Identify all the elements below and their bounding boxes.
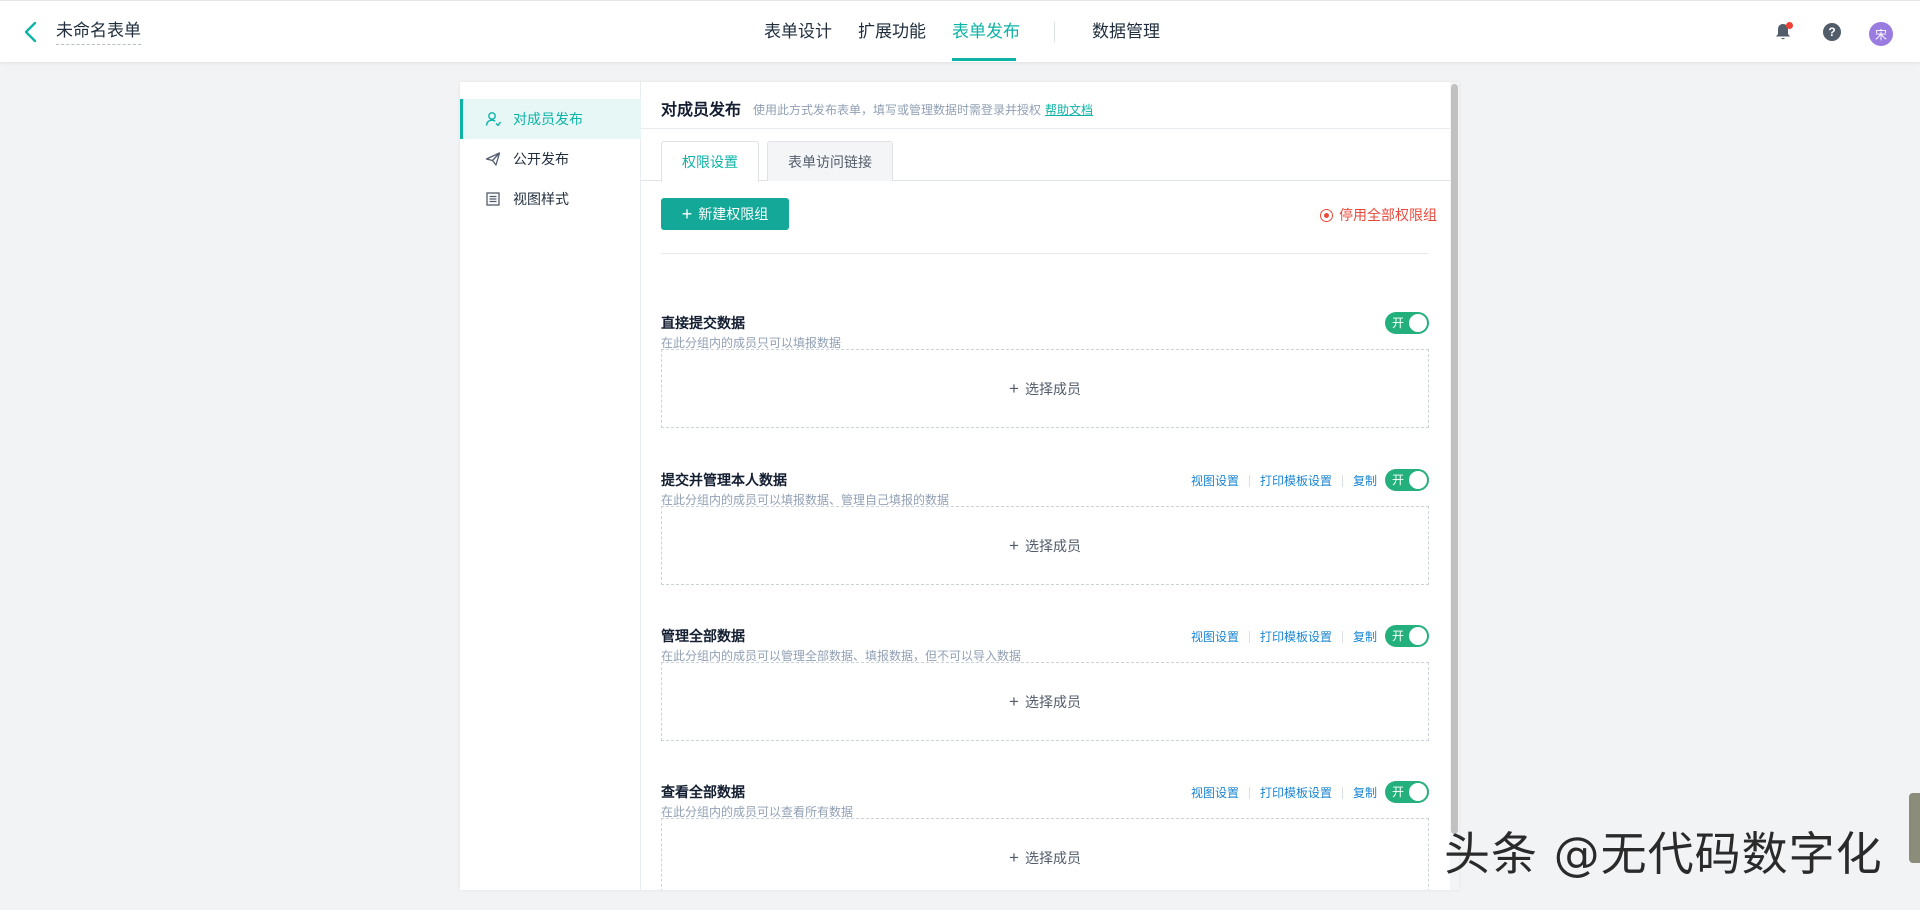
sidebar-item-label: 对成员发布 <box>513 111 583 127</box>
stop-circle-icon <box>1320 208 1333 222</box>
description-text: 使用此方式发布表单，填写或管理数据时需登录并授权 <box>753 103 1042 117</box>
toggle-label: 开 <box>1392 629 1405 643</box>
content-panel: 对成员发布 使用此方式发布表单，填写或管理数据时需登录并授权 帮助文档 权限设置 … <box>641 82 1459 890</box>
view-settings-link[interactable]: 视图设置 <box>1191 784 1239 801</box>
group-toggle[interactable]: 开 <box>1385 469 1429 491</box>
group-actions: 视图设置 打印模板设置 复制 <box>1191 472 1377 489</box>
scrollbar-thumb[interactable] <box>1451 84 1458 834</box>
toggle-label: 开 <box>1392 473 1405 487</box>
copy-link[interactable]: 复制 <box>1353 784 1377 801</box>
nav-divider <box>1054 22 1055 42</box>
plus-icon: + <box>681 204 693 224</box>
tab-form-access-link[interactable]: 表单访问链接 <box>767 141 893 181</box>
select-members-label: 选择成员 <box>1024 693 1081 710</box>
copy-link[interactable]: 复制 <box>1353 628 1377 645</box>
sidebar-item-label: 视图样式 <box>513 191 569 207</box>
sidebar-item-public-publish[interactable]: 公开发布 <box>460 139 641 179</box>
list-view-icon <box>486 192 500 206</box>
watermark: 头条 @无代码数字化 <box>1444 827 1883 881</box>
divider <box>661 253 1429 254</box>
main-nav: 表单设计 扩展功能 表单发布 数据管理 <box>0 1 1920 63</box>
group-toggle[interactable]: 开 <box>1385 625 1429 647</box>
group-actions: 视图设置 打印模板设置 复制 <box>1191 784 1377 801</box>
select-members-area[interactable]: + 选择成员 <box>661 662 1429 741</box>
select-members-label: 选择成员 <box>1024 380 1081 397</box>
permission-group: 直接提交数据 在此分组内的成员只可以填报数据 开 + 选择成员 <box>661 312 1429 458</box>
permission-group: 查看全部数据 在此分组内的成员可以查看所有数据 视图设置 打印模板设置 复制 开… <box>661 781 1429 890</box>
view-settings-link[interactable]: 视图设置 <box>1191 628 1239 645</box>
group-actions: 视图设置 打印模板设置 复制 <box>1191 628 1377 645</box>
publish-card: 对成员发布 公开发布 视图样式 对成员发布 使用此方式发布表单，填写或管理数据时… <box>460 82 1459 890</box>
page-title: 对成员发布 <box>661 102 742 119</box>
scrollbar[interactable] <box>1450 82 1459 890</box>
group-title: 提交并管理本人数据 <box>661 472 787 488</box>
page-description: 使用此方式发布表单，填写或管理数据时需登录并授权 帮助文档 <box>753 101 1093 118</box>
sidebar: 对成员发布 公开发布 视图样式 <box>460 82 641 890</box>
disable-all-groups-button[interactable]: 停用全部权限组 <box>1320 205 1437 225</box>
tab-bar: 权限设置 表单访问链接 <box>641 141 1459 182</box>
toggle-label: 开 <box>1392 316 1405 330</box>
tab-permission-settings[interactable]: 权限设置 <box>661 141 759 182</box>
select-members-label: 选择成员 <box>1024 537 1081 554</box>
help-icon[interactable]: ? <box>1821 21 1843 43</box>
bell-icon[interactable] <box>1772 21 1794 43</box>
nav-form-design[interactable]: 表单设计 <box>764 21 832 43</box>
select-members-label: 选择成员 <box>1024 849 1081 866</box>
toggle-label: 开 <box>1392 785 1405 799</box>
select-members-area[interactable]: + 选择成员 <box>661 506 1429 585</box>
select-members-area[interactable]: + 选择成员 <box>661 349 1429 428</box>
top-header: 未命名表单 表单设计 扩展功能 表单发布 数据管理 ? 宋 <box>0 0 1920 62</box>
button-label: 停用全部权限组 <box>1339 207 1437 223</box>
group-toggle[interactable]: 开 <box>1385 781 1429 803</box>
permission-group: 提交并管理本人数据 在此分组内的成员可以填报数据、管理自己填报的数据 视图设置 … <box>661 469 1429 615</box>
nav-form-publish[interactable]: 表单发布 <box>952 21 1020 43</box>
copy-link[interactable]: 复制 <box>1353 472 1377 489</box>
print-template-link[interactable]: 打印模板设置 <box>1260 472 1332 489</box>
plus-icon: + <box>1009 692 1019 711</box>
plus-icon: + <box>1009 848 1019 867</box>
plus-icon: + <box>1009 536 1019 555</box>
print-template-link[interactable]: 打印模板设置 <box>1260 628 1332 645</box>
nav-extensions[interactable]: 扩展功能 <box>858 21 926 43</box>
nav-data-management[interactable]: 数据管理 <box>1092 21 1160 43</box>
permission-group: 管理全部数据 在此分组内的成员可以管理全部数据、填报数据，但不可以导入数据 视图… <box>661 625 1429 771</box>
plus-icon: + <box>1009 379 1019 398</box>
select-members-area[interactable]: + 选择成员 <box>661 818 1429 890</box>
notification-dot <box>1786 22 1793 29</box>
print-template-link[interactable]: 打印模板设置 <box>1260 784 1332 801</box>
side-widget[interactable] <box>1909 793 1920 863</box>
group-toggle[interactable]: 开 <box>1385 312 1429 334</box>
sidebar-item-label: 公开发布 <box>513 151 569 167</box>
group-title: 直接提交数据 <box>661 315 745 331</box>
member-publish-icon <box>485 112 501 127</box>
avatar[interactable]: 宋 <box>1869 22 1893 46</box>
group-title: 查看全部数据 <box>661 784 745 800</box>
content-header: 对成员发布 使用此方式发布表单，填写或管理数据时需登录并授权 帮助文档 <box>641 82 1459 129</box>
help-doc-link[interactable]: 帮助文档 <box>1045 103 1093 117</box>
view-settings-link[interactable]: 视图设置 <box>1191 472 1239 489</box>
new-permission-group-button[interactable]: + 新建权限组 <box>661 198 789 230</box>
sidebar-item-member-publish[interactable]: 对成员发布 <box>460 99 641 139</box>
paper-plane-icon <box>485 152 501 166</box>
button-label: 新建权限组 <box>698 206 769 222</box>
sidebar-item-view-style[interactable]: 视图样式 <box>460 179 641 219</box>
help-glyph: ? <box>1823 23 1841 41</box>
group-title: 管理全部数据 <box>661 628 745 644</box>
nav-active-indicator <box>952 58 1016 61</box>
